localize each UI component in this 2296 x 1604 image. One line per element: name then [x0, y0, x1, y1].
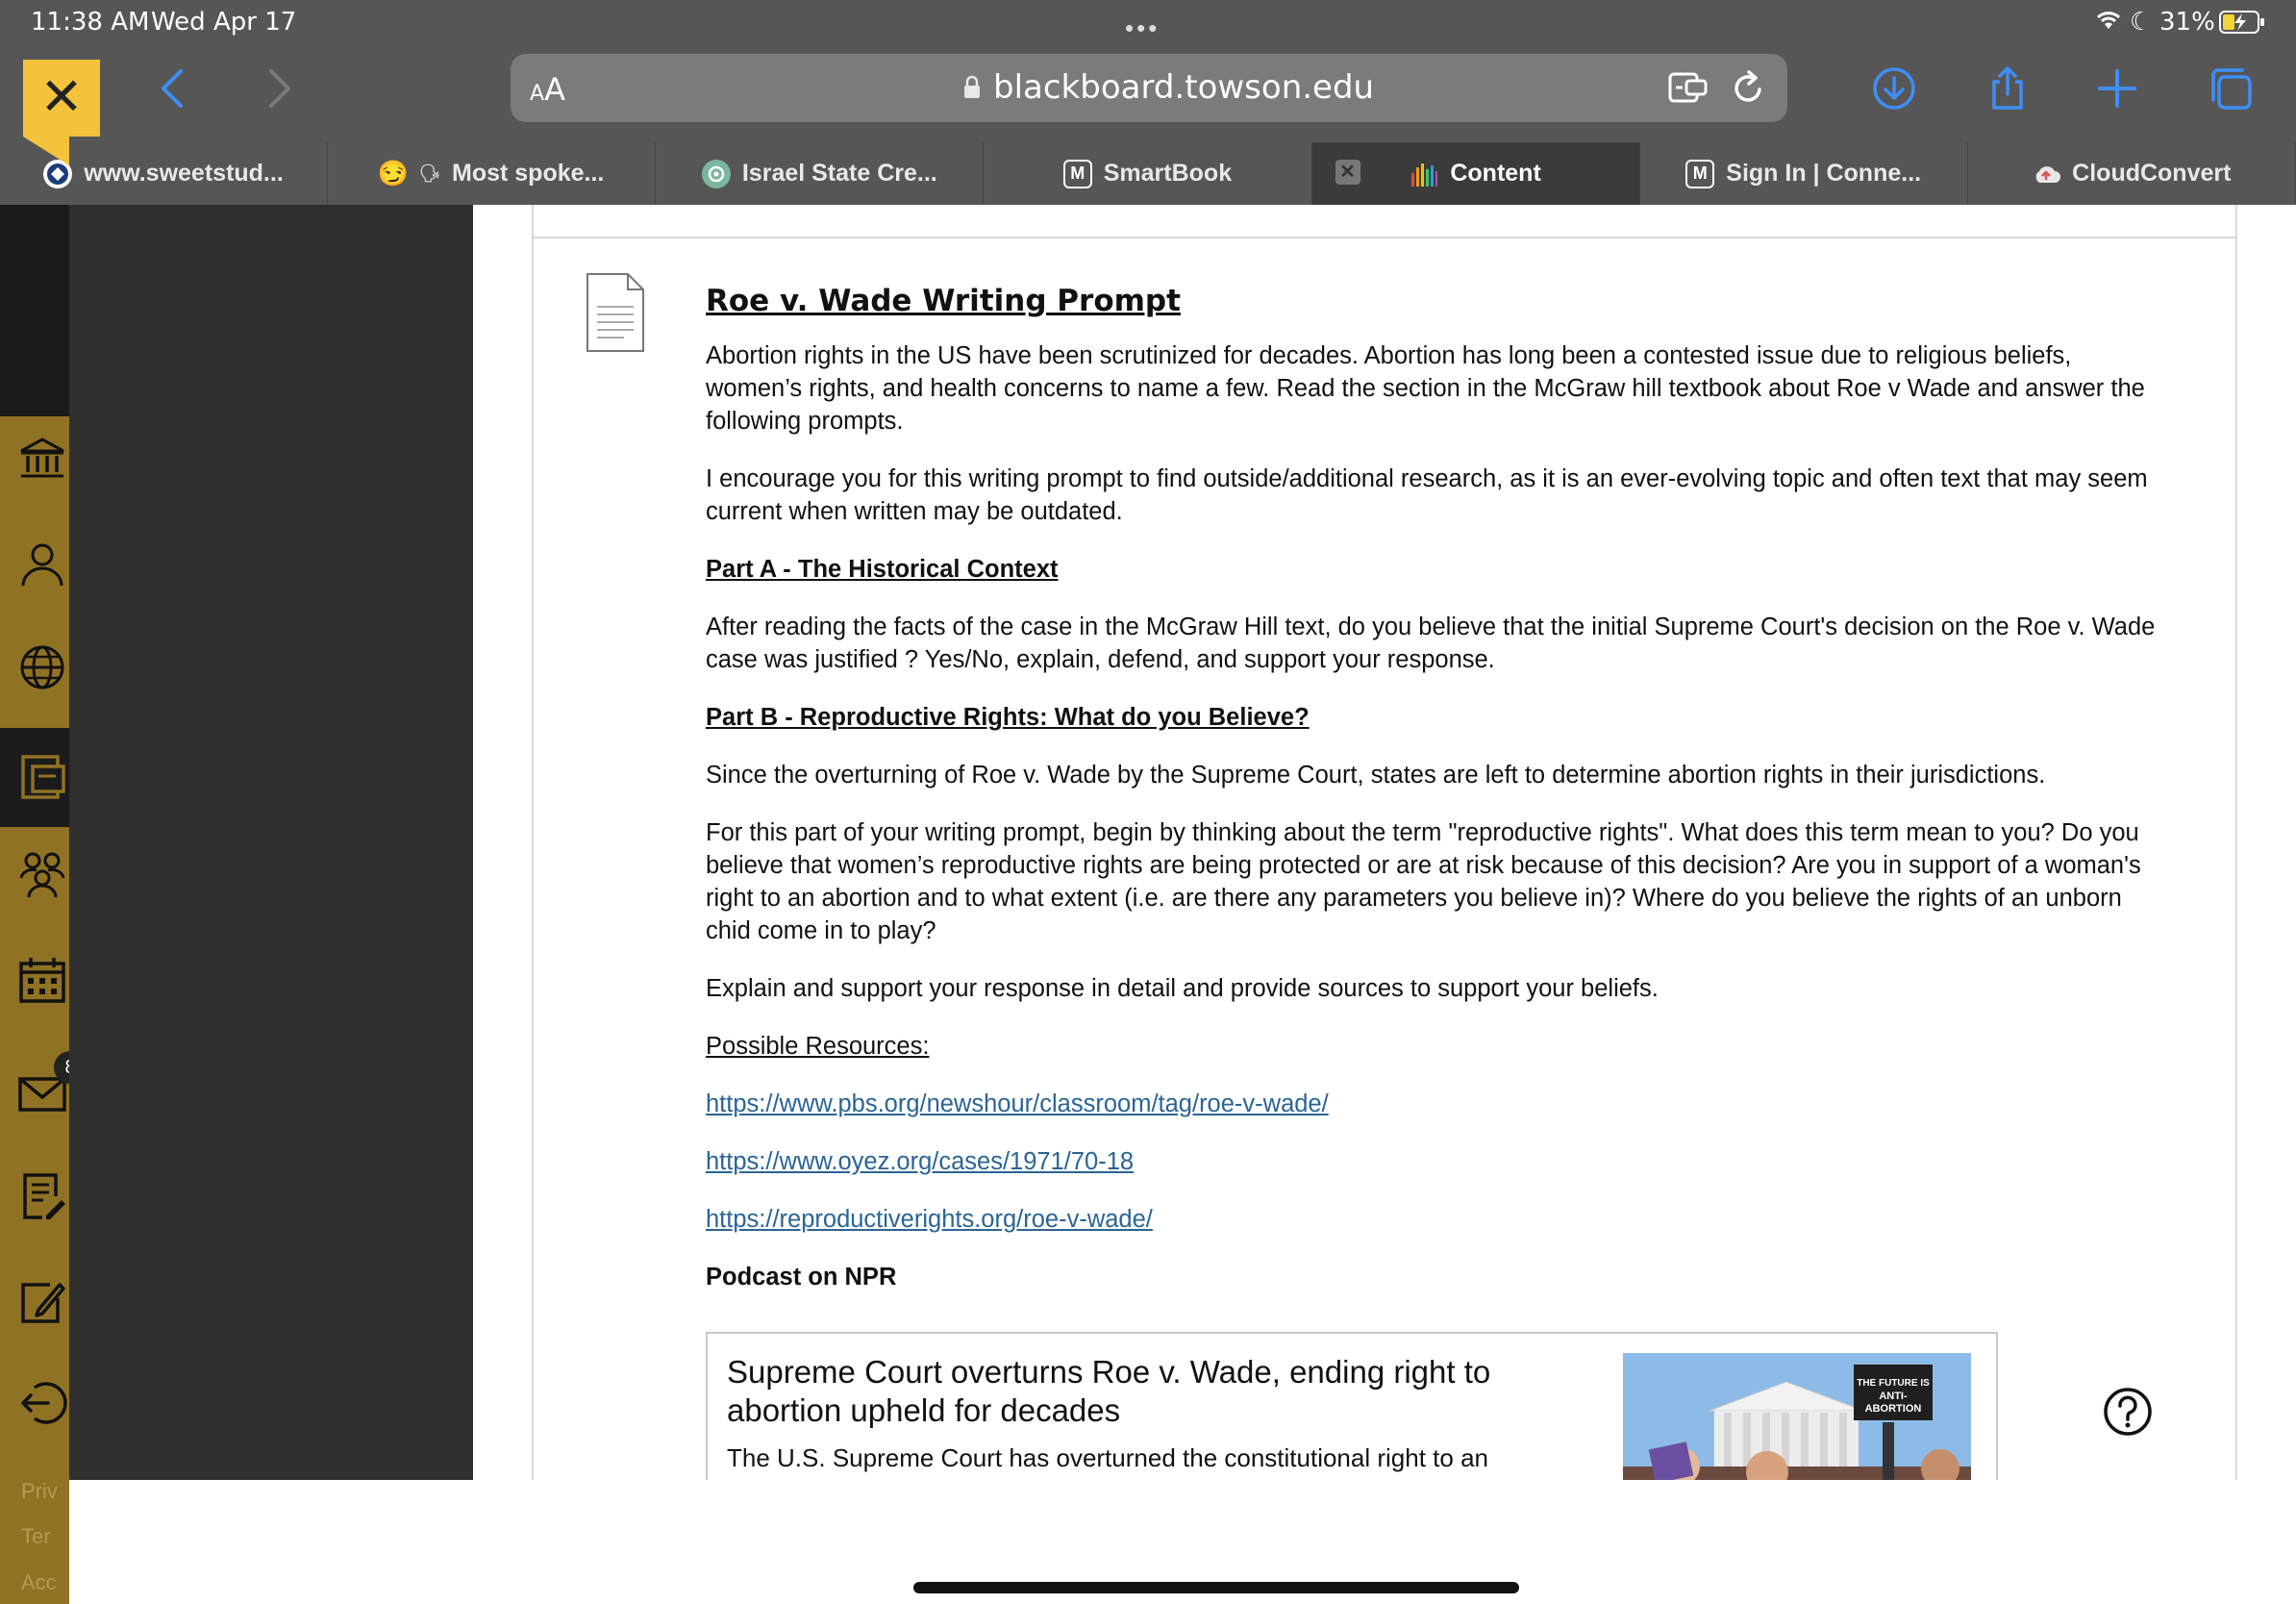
wifi-icon [2094, 8, 2123, 38]
encourage-paragraph: I encourage you for this writing prompt … [706, 465, 2148, 525]
assignment-title[interactable]: Roe v. Wade Writing Prompt [706, 282, 2167, 320]
svg-text:ANTI-: ANTI- [1879, 1391, 1908, 1402]
url-text: blackboard.towson.edu [993, 68, 1375, 107]
grades-icon[interactable] [17, 1171, 69, 1223]
browser-chrome: 11:38 AM Wed Apr 17 ••• ☾ 31% AA blackbo… [0, 0, 2296, 205]
resource-link-reproductiverights[interactable]: https://reproductiverights.org/roe-v-wad… [706, 1206, 1153, 1233]
courses-icon[interactable] [17, 751, 69, 803]
status-time: 11:38 AM [31, 8, 150, 37]
tab-label: Content [1450, 160, 1541, 187]
intro-paragraph: Abortion rights in the US have been scru… [706, 342, 2145, 435]
profile-icon[interactable] [17, 539, 69, 591]
part-b-paragraph-1: Since the overturning of Roe v. Wade by … [706, 762, 2046, 789]
address-bar[interactable]: AA blackboard.towson.edu [511, 54, 1787, 122]
forward-icon[interactable] [248, 60, 306, 117]
resource-link-pbs[interactable]: https://www.pbs.org/newshour/classroom/t… [706, 1090, 1329, 1117]
accessibility-link[interactable]: Acc [21, 1570, 57, 1595]
tab-label: Israel State Cre... [741, 160, 937, 187]
tab-smartbook[interactable]: M SmartBook [984, 142, 1312, 205]
tab-content[interactable]: ✕ Content [1311, 142, 1640, 205]
tab-cloudconvert[interactable]: CloudConvert [1968, 142, 2296, 205]
tab-overview-icon[interactable] [2202, 60, 2259, 117]
close-panel-button[interactable]: ✕ [23, 60, 100, 137]
document-icon [586, 272, 645, 358]
url-display: blackboard.towson.edu [962, 68, 1374, 107]
mcgraw-m-icon: M [1062, 159, 1092, 188]
svg-text:THE FUTURE IS: THE FUTURE IS [1857, 1378, 1930, 1389]
part-b-heading: Part B - Reproductive Rights: What do yo… [706, 704, 1310, 731]
institution-icon[interactable] [17, 434, 69, 486]
emoji-icon: 😏 [377, 159, 410, 188]
part-a-paragraph: After reading the facts of the case in t… [706, 614, 2156, 673]
tab-label: SmartBook [1103, 160, 1233, 187]
sign-out-icon[interactable] [17, 1378, 69, 1430]
status-date: Wed Apr 17 [151, 8, 297, 37]
bottom-area [69, 1480, 2296, 1604]
tab-label: Sign In | Conne... [1726, 160, 1922, 187]
tab-most-spoken[interactable]: 😏 🗣 Most spoke... [328, 142, 657, 205]
close-button-tab-decoration [23, 137, 69, 165]
globe-icon[interactable] [17, 642, 69, 694]
tab-device-icon[interactable] [1667, 68, 1710, 112]
tab-bar: www.sweetstud... 😏 🗣 Most spoke... Israe… [0, 142, 2296, 205]
course-side-panel [69, 205, 473, 1480]
mcgraw-m-icon: M [1685, 159, 1715, 188]
npr-card-description: The U.S. Supreme Court has overturned th… [727, 1443, 1488, 1472]
nav-rail: 8 Priv Ter Acc [0, 205, 87, 1604]
npr-embed-card[interactable]: Supreme Court overturns Roe v. Wade, end… [706, 1332, 1998, 1480]
reload-icon[interactable] [1730, 68, 1766, 112]
podcast-heading: Podcast on NPR [706, 1264, 897, 1291]
cloud-icon [2032, 160, 2061, 188]
privacy-link[interactable]: Priv [21, 1479, 58, 1504]
tab-label: Most spoke... [452, 160, 605, 187]
back-icon[interactable] [146, 60, 204, 117]
resource-link-oyez[interactable]: https://www.oyez.org/cases/1971/70-18 [706, 1148, 1134, 1175]
part-b-paragraph-3: Explain and support your response in det… [706, 975, 1659, 1002]
calendar-icon[interactable] [17, 955, 69, 1007]
tab-label: www.sweetstud... [84, 160, 284, 187]
assignment-document: Roe v. Wade Writing Prompt Abortion righ… [706, 282, 2167, 1318]
text-size-button[interactable]: AA [530, 71, 565, 108]
content-area: Roe v. Wade Writing Prompt Abortion righ… [473, 205, 2296, 1480]
part-a-heading: Part A - The Historical Context [706, 556, 1059, 583]
rail-header [0, 205, 69, 416]
npr-card-image[interactable]: THE FUTURE IS ANTI- ABORTION [1623, 1353, 1971, 1480]
lock-icon [964, 75, 980, 98]
terms-link[interactable]: Ter [21, 1524, 51, 1549]
blackboard-bars-icon [1410, 160, 1438, 188]
organizations-icon[interactable] [17, 849, 69, 901]
moon-icon: ☾ [2130, 8, 2153, 37]
tab-label: CloudConvert [2072, 160, 2232, 187]
downloads-icon[interactable] [1865, 60, 1923, 117]
multitasking-dots-icon[interactable]: ••• [1125, 13, 1160, 43]
npr-card-title[interactable]: Supreme Court overturns Roe v. Wade, end… [727, 1353, 1573, 1430]
battery-charging-icon [2219, 10, 2265, 41]
resources-heading: Possible Resources: [706, 1033, 930, 1060]
new-tab-icon[interactable] [2088, 60, 2146, 117]
tab-sign-in-connect[interactable]: M Sign In | Conne... [1640, 142, 1968, 205]
content-divider [532, 237, 2237, 238]
home-indicator[interactable] [913, 1582, 1519, 1593]
chatgpt-icon [701, 159, 731, 188]
help-icon[interactable] [2102, 1386, 2154, 1438]
close-tab-icon[interactable]: ✕ [1335, 160, 1360, 185]
share-icon[interactable] [1979, 60, 2036, 117]
battery-percent: 31% [2159, 8, 2215, 37]
edit-icon[interactable] [17, 1277, 69, 1329]
part-b-paragraph-2: For this part of your writing prompt, be… [706, 819, 2141, 944]
tab-israel-state[interactable]: Israel State Cre... [656, 142, 985, 205]
speaking-head-icon: 🗣 [418, 163, 441, 183]
svg-text:ABORTION: ABORTION [1865, 1403, 1922, 1415]
